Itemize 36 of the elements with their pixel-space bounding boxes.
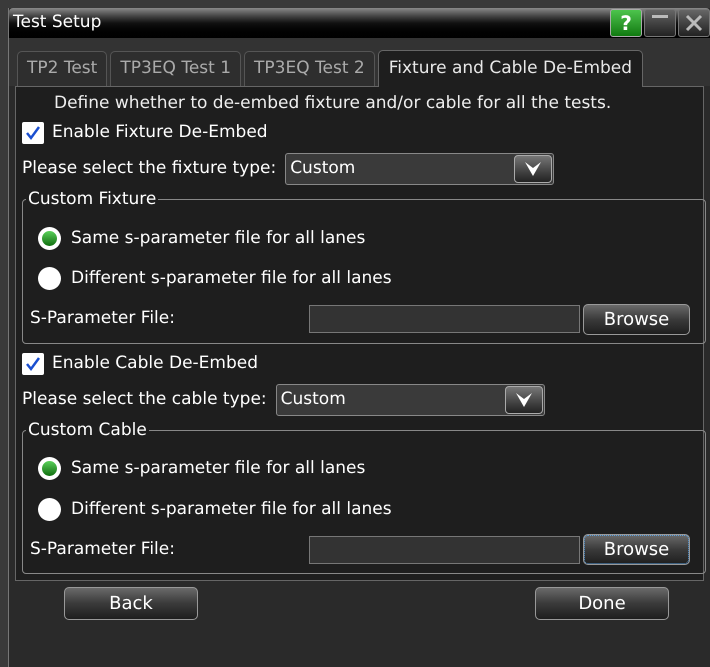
field-label: Please select the fixture type: xyxy=(22,157,276,180)
tab[interactable]: TP3EQ Test 1 xyxy=(110,51,242,86)
browse-button[interactable]: Browse xyxy=(583,304,690,334)
browse-button[interactable]: Browse xyxy=(583,534,690,565)
checkbox[interactable] xyxy=(22,122,44,144)
field-label: S-Parameter File: xyxy=(30,307,176,330)
radio-button[interactable] xyxy=(38,498,61,521)
close-icon xyxy=(685,14,703,32)
tab[interactable]: TP3EQ Test 2 xyxy=(244,51,375,86)
footer-button[interactable]: Done xyxy=(535,587,669,620)
tab[interactable]: TP2 Test xyxy=(17,51,108,86)
checkbox-label: Enable Cable De-Embed xyxy=(52,352,258,375)
group-title: Custom Cable xyxy=(27,418,148,442)
window-title: Test Setup xyxy=(13,11,102,34)
file-path-field[interactable] xyxy=(309,305,580,333)
radio-label: Different s-parameter file for all lanes xyxy=(71,267,392,290)
field-label: Please select the cable type: xyxy=(22,388,267,411)
field-label: S-Parameter File: xyxy=(30,538,176,561)
radio-button[interactable] xyxy=(38,267,61,290)
description-text: Define whether to de-embed fixture and/or cable for all the tests. xyxy=(53,92,612,113)
checkbox-label: Enable Fixture De-Embed xyxy=(52,121,268,144)
tab[interactable]: Fixture and Cable De-Embed xyxy=(378,50,644,87)
radio-label: Different s-parameter file for all lanes xyxy=(71,498,392,520)
minimize-button[interactable] xyxy=(644,9,676,37)
radio-label: Same s-parameter file for all lanes xyxy=(71,226,366,250)
file-path-field[interactable] xyxy=(309,536,580,564)
type-dropdown[interactable]: Custom xyxy=(285,153,554,185)
group-title: Custom Fixture xyxy=(27,188,158,211)
checkbox[interactable] xyxy=(22,352,44,374)
minimize-icon xyxy=(652,15,668,18)
type-dropdown[interactable]: Custom xyxy=(276,384,545,416)
close-button[interactable] xyxy=(678,9,710,37)
radio-button[interactable] xyxy=(38,226,61,250)
radio-label: Same s-parameter file for all lanes xyxy=(71,457,366,480)
radio-button[interactable] xyxy=(38,457,61,480)
footer-button[interactable]: Back xyxy=(64,587,198,620)
